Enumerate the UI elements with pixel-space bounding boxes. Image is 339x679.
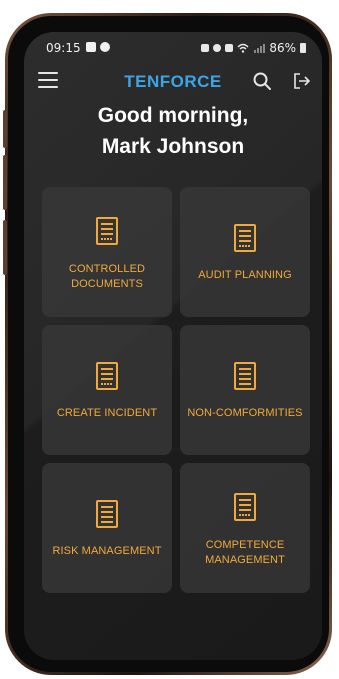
document-icon xyxy=(96,217,118,245)
alarm-icon xyxy=(201,44,210,52)
greeting-salutation: Good morning, xyxy=(97,104,249,127)
greeting-user-name: Mark Johnson xyxy=(101,135,245,158)
tile-label-line: CREATE INCIDENT xyxy=(56,407,158,419)
tile-label: AUDIT PLANNING xyxy=(184,268,306,283)
tile-label-line: CONTROLLED xyxy=(68,263,146,275)
tile-label: RISK MANAGEMENT xyxy=(46,544,168,559)
volume-down-button xyxy=(3,155,7,210)
battery-icon xyxy=(300,43,306,53)
document-icon xyxy=(234,362,256,390)
tile-non-conformities[interactable]: NON-COMFORMITIES xyxy=(180,325,310,455)
status-indicators: 86% xyxy=(201,41,306,55)
app-screen: 09:15 86% TENFORCE Good morning, Mark Jo… xyxy=(24,32,322,660)
gallery-notification-icon xyxy=(86,42,96,52)
app-notification-icon xyxy=(100,42,110,52)
document-icon xyxy=(234,224,256,252)
status-bar: 09:15 86% xyxy=(24,32,322,62)
document-icon xyxy=(234,493,256,521)
clock-icon xyxy=(213,44,222,52)
volume-up-button xyxy=(3,110,7,148)
tile-risk-management[interactable]: RISK MANAGEMENT xyxy=(42,463,172,593)
signal-icon xyxy=(254,44,266,53)
document-icon xyxy=(96,500,118,528)
tile-label: COMPETENCE MANAGEMENT xyxy=(184,538,306,568)
wifi-icon xyxy=(237,43,249,53)
tile-controlled-documents[interactable]: CONTROLLED DOCUMENTS xyxy=(42,187,172,317)
tile-label: NON-COMFORMITIES xyxy=(184,406,306,421)
status-time: 09:15 xyxy=(46,41,81,55)
search-icon[interactable] xyxy=(252,71,272,91)
tile-label: CREATE INCIDENT xyxy=(46,406,168,421)
tile-create-incident[interactable]: CREATE INCIDENT xyxy=(42,325,172,455)
power-button xyxy=(3,220,7,275)
brand-title: TENFORCE xyxy=(124,72,222,91)
battery-percent: 86% xyxy=(269,41,296,55)
tile-label-line: COMPETENCE xyxy=(205,539,285,551)
tile-label-line: DOCUMENTS xyxy=(71,278,143,290)
app-header: TENFORCE xyxy=(24,64,322,98)
mute-icon xyxy=(225,44,234,52)
tile-competence-management[interactable]: COMPETENCE MANAGEMENT xyxy=(180,463,310,593)
tile-label: CONTROLLED DOCUMENTS xyxy=(46,262,168,292)
greeting: Good morning, Mark Johnson xyxy=(24,100,322,162)
tile-label-line: RISK MANAGEMENT xyxy=(52,545,162,557)
tile-audit-planning[interactable]: AUDIT PLANNING xyxy=(180,187,310,317)
tile-label-line: MANAGEMENT xyxy=(205,554,285,566)
document-icon xyxy=(96,362,118,390)
tile-label-line: NON-COMFORMITIES xyxy=(187,407,303,419)
logout-icon[interactable] xyxy=(292,71,312,91)
tile-label-line: AUDIT PLANNING xyxy=(198,269,292,281)
